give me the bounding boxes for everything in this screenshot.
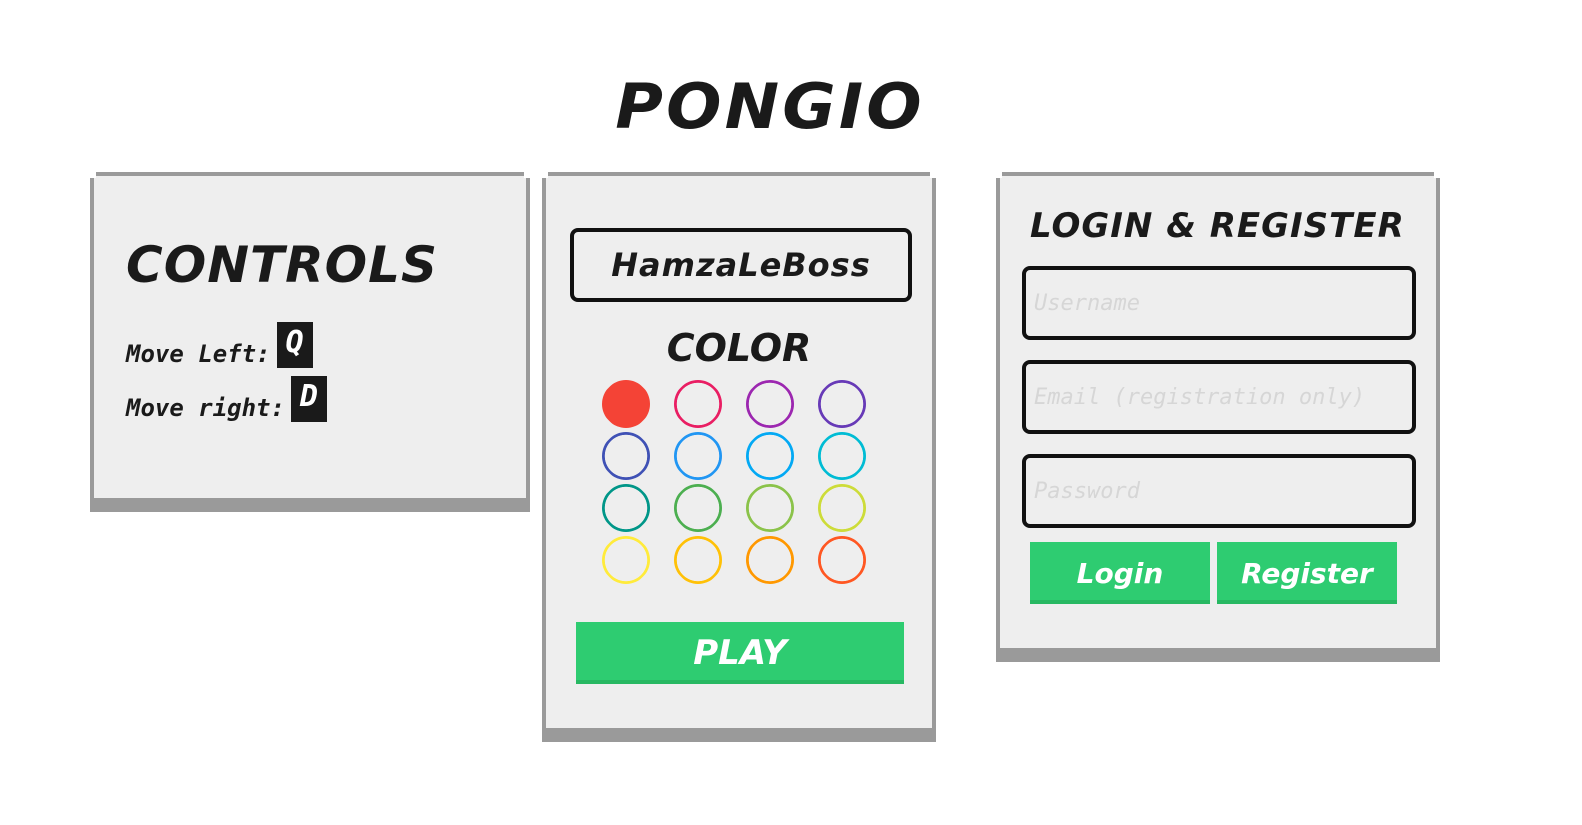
email-input[interactable] [1022,360,1416,434]
move-left-label: Move Left: [126,340,271,368]
controls-panel: CONTROLS Move Left: Q Move right: D [90,172,530,502]
username-input[interactable] [1022,266,1416,340]
color-swatch[interactable] [746,536,794,584]
color-swatch[interactable] [746,432,794,480]
player-panel: HamzaLeBoss COLOR PLAY [542,172,936,732]
login-button[interactable]: Login [1030,542,1210,604]
password-input[interactable] [1022,454,1416,528]
move-right-key: D [290,376,327,422]
play-button[interactable]: PLAY [576,622,904,684]
color-swatch[interactable] [602,536,650,584]
player-name-field[interactable]: HamzaLeBoss [570,228,912,302]
auth-title: LOGIN & REGISTER [1030,206,1405,246]
color-swatch[interactable] [602,484,650,532]
color-swatch[interactable] [602,432,650,480]
color-picker [602,380,882,584]
color-swatch[interactable] [818,484,866,532]
move-left-key: Q [276,322,313,368]
app-title: PONGIO [615,70,925,143]
color-swatch[interactable] [818,432,866,480]
auth-panel: LOGIN & REGISTER Login Register [996,172,1440,652]
color-title: COLOR [666,326,812,370]
controls-title: CONTROLS [126,236,439,294]
move-right-label: Move right: [126,394,285,422]
color-swatch[interactable] [746,484,794,532]
color-swatch[interactable] [674,484,722,532]
color-swatch[interactable] [818,536,866,584]
color-swatch[interactable] [602,380,650,428]
color-swatch[interactable] [746,380,794,428]
color-swatch[interactable] [674,536,722,584]
color-swatch[interactable] [674,432,722,480]
move-left-row: Move Left: Q [126,322,313,368]
color-swatch[interactable] [818,380,866,428]
color-swatch[interactable] [674,380,722,428]
register-button[interactable]: Register [1217,542,1397,604]
move-right-row: Move right: D [126,376,327,422]
